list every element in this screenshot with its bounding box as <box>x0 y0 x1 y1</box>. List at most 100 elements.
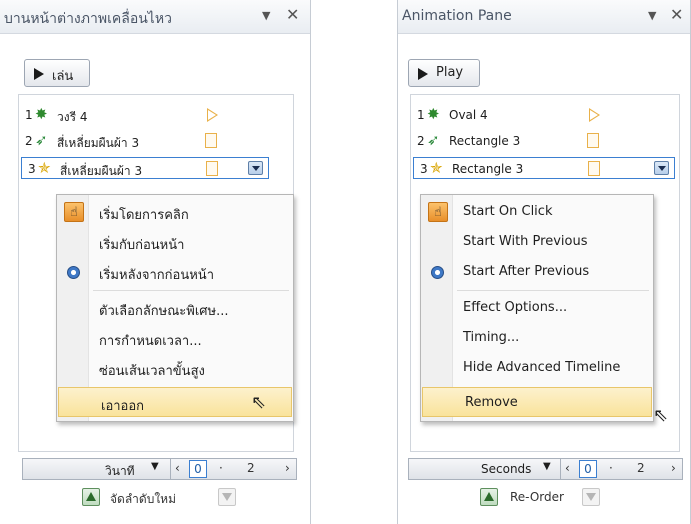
animation-item[interactable]: 2 ➶ Rectangle 3 <box>411 130 679 152</box>
advanced-timeline-bar[interactable]: วินาที ▼ ‹ 0 · 2 › <box>22 458 297 480</box>
emphasis-star-icon: ✸ <box>427 105 440 123</box>
emphasis-star-icon: ✸ <box>35 105 48 123</box>
timeline-zero[interactable]: 0 <box>189 460 207 478</box>
play-icon <box>418 68 428 80</box>
menu-item-label: Start On Click <box>463 204 553 219</box>
scroll-left-icon[interactable]: ‹ <box>175 461 180 475</box>
timing-marker[interactable] <box>589 108 600 122</box>
move-up-icon[interactable] <box>480 488 498 506</box>
timing-marker[interactable] <box>587 133 599 148</box>
seconds-dropdown[interactable]: Seconds ▼ <box>409 459 561 479</box>
timing-marker[interactable] <box>207 108 218 122</box>
menu-item-label: Effect Options... <box>463 300 568 315</box>
menu-item-label: การกำหนดเวลา... <box>99 334 202 349</box>
move-up-icon[interactable] <box>82 488 100 506</box>
item-name: Rectangle 3 <box>452 162 524 176</box>
pane-titlebar: Animation Pane ▼ ✕ <box>398 0 690 34</box>
menu-item-hide-advanced-timeline[interactable]: Hide Advanced Timeline <box>421 353 653 383</box>
item-name: Oval 4 <box>449 108 488 122</box>
scroll-right-icon[interactable]: › <box>671 461 676 475</box>
menu-item-timing[interactable]: Timing... <box>421 323 653 353</box>
close-icon[interactable]: ✕ <box>286 5 299 24</box>
menu-item-label: Hide Advanced Timeline <box>463 360 621 375</box>
motion-path-icon: ➶ <box>427 131 440 149</box>
seconds-dropdown[interactable]: วินาที ▼ <box>23 459 171 479</box>
chevron-down-icon[interactable]: ▼ <box>262 9 270 22</box>
entrance-star-icon: ✯ <box>38 159 51 177</box>
timing-marker[interactable] <box>206 161 218 176</box>
menu-item-start-after-previous[interactable]: Start After Previous <box>421 257 653 287</box>
close-icon[interactable]: ✕ <box>670 5 683 24</box>
tick-icon: · <box>219 461 223 475</box>
pane-title: บานหน้าต่างภาพเคลื่อนไหว <box>4 11 172 27</box>
item-name: สี่เหลี่ยมผืนผ้า 3 <box>57 136 140 150</box>
menu-item-label: Start After Previous <box>463 264 590 279</box>
play-button-label: เล่น <box>52 69 74 84</box>
scroll-left-icon[interactable]: ‹ <box>565 461 570 475</box>
menu-item-start-on-click[interactable]: ☝ เริ่มโดยการคลิก <box>57 197 293 227</box>
clock-icon <box>67 266 80 279</box>
menu-item-label: Start With Previous <box>463 234 588 249</box>
mouse-click-icon: ☝ <box>428 202 448 222</box>
animation-item[interactable]: 1 ✸ วงรี 4 <box>19 104 293 126</box>
menu-item-start-after-previous[interactable]: เริ่มหลังจากก่อนหน้า <box>57 257 293 287</box>
menu-item-label: เอาออก <box>101 399 145 414</box>
menu-item-remove[interactable]: Remove <box>422 387 652 417</box>
play-button[interactable]: เล่น <box>24 59 90 87</box>
item-name: วงรี 4 <box>57 110 88 124</box>
advanced-timeline-bar[interactable]: Seconds ▼ ‹ 0 · 2 › <box>408 458 683 480</box>
timing-marker[interactable] <box>588 161 600 176</box>
pane-titlebar: บานหน้าต่างภาพเคลื่อนไหว ▼ ✕ <box>0 0 310 34</box>
item-number: 1 <box>417 108 425 122</box>
entrance-star-icon: ✯ <box>430 159 443 177</box>
item-dropdown-button[interactable] <box>248 161 263 175</box>
item-name: สี่เหลี่ยมผืนผ้า 3 <box>60 164 143 178</box>
menu-item-start-with-previous[interactable]: เริ่มกับก่อนหน้า <box>57 227 293 257</box>
menu-item-start-with-previous[interactable]: Start With Previous <box>421 227 653 257</box>
animation-item[interactable]: 2 ➶ สี่เหลี่ยมผืนผ้า 3 <box>19 130 293 152</box>
animation-item-selected[interactable]: 3 ✯ Rectangle 3 <box>413 157 675 179</box>
item-context-menu: ☝ เริ่มโดยการคลิก เริ่มกับก่อนหน้า เริ่ม… <box>56 194 294 422</box>
menu-item-hide-advanced-timeline[interactable]: ซ่อนเส้นเวลาขั้นสูง <box>57 353 293 383</box>
timing-marker[interactable] <box>205 133 217 148</box>
clock-icon <box>431 266 444 279</box>
item-number: 3 <box>28 162 36 176</box>
mouse-click-icon: ☝ <box>64 202 84 222</box>
animation-item-selected[interactable]: 3 ✯ สี่เหลี่ยมผืนผ้า 3 <box>21 157 269 179</box>
menu-item-label: เริ่มหลังจากก่อนหน้า <box>99 268 214 283</box>
reorder-bar: จัดลำดับใหม่ <box>82 486 242 510</box>
item-number: 3 <box>420 162 428 176</box>
item-number: 1 <box>25 108 33 122</box>
chevron-down-icon[interactable]: ▼ <box>648 9 656 22</box>
menu-item-label: เริ่มโดยการคลิก <box>99 208 189 223</box>
motion-path-icon: ➶ <box>35 131 48 149</box>
move-down-icon[interactable] <box>218 488 236 506</box>
tick-icon: · <box>609 461 613 475</box>
scroll-right-icon[interactable]: › <box>285 461 290 475</box>
menu-item-label: ซ่อนเส้นเวลาขั้นสูง <box>99 364 205 379</box>
item-number: 2 <box>417 134 425 148</box>
reorder-label: Re-Order <box>510 490 564 504</box>
seconds-label: Seconds <box>481 462 532 476</box>
play-button-label: Play <box>436 65 464 80</box>
move-down-icon[interactable] <box>582 488 600 506</box>
menu-item-label: Remove <box>465 395 518 410</box>
mouse-pointer-icon: ⇖ <box>251 392 267 413</box>
menu-item-timing[interactable]: การกำหนดเวลา... <box>57 323 293 353</box>
timeline-two: 2 <box>637 461 645 475</box>
menu-item-start-on-click[interactable]: ☝ Start On Click <box>421 197 653 227</box>
seconds-label: วินาที <box>105 464 135 478</box>
menu-separator <box>93 290 289 291</box>
menu-separator <box>457 290 649 291</box>
timeline-zero[interactable]: 0 <box>579 460 597 478</box>
animation-pane-thai: บานหน้าต่างภาพเคลื่อนไหว ▼ ✕ เล่น 1 ✸ วง… <box>0 0 311 524</box>
item-context-menu: ☝ Start On Click Start With Previous Sta… <box>420 194 654 422</box>
item-dropdown-button[interactable] <box>654 161 669 175</box>
chevron-down-icon: ▼ <box>543 461 551 472</box>
reorder-bar: Re-Order <box>480 486 620 510</box>
play-button[interactable]: Play <box>408 59 480 87</box>
menu-item-effect-options[interactable]: ตัวเลือกลักษณะพิเศษ... <box>57 293 293 323</box>
menu-item-label: เริ่มกับก่อนหน้า <box>99 238 185 253</box>
animation-item[interactable]: 1 ✸ Oval 4 <box>411 104 679 126</box>
menu-item-effect-options[interactable]: Effect Options... <box>421 293 653 323</box>
